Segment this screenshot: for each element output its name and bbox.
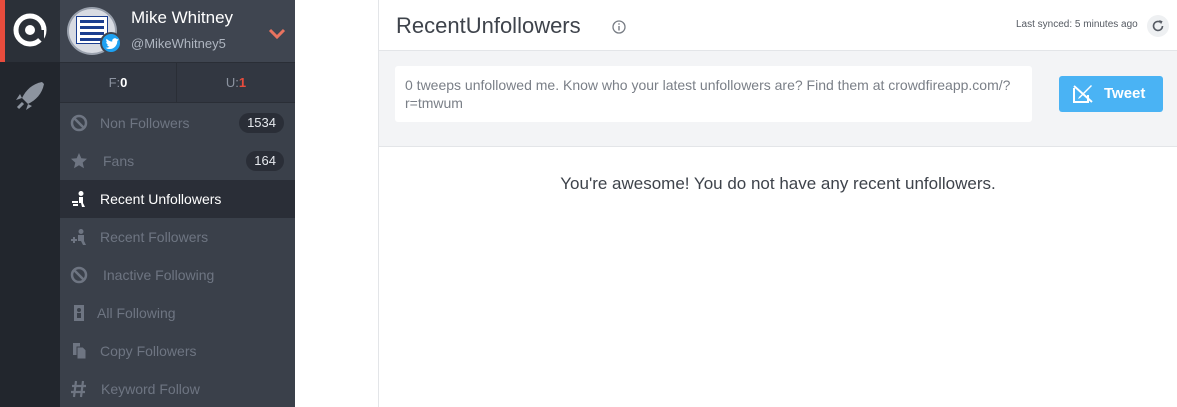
profile-name: Mike Whitney <box>131 8 234 27</box>
follow-counts: F:0 U:1 <box>60 62 295 103</box>
sidebar-item-non-followers[interactable]: Non Followers 1534 <box>60 104 295 142</box>
unfollowers-count-label: U: <box>225 75 239 90</box>
user-add-icon <box>71 229 86 245</box>
count-badge: 1534 <box>239 113 284 133</box>
sidebar-item-label: Fans <box>103 153 135 169</box>
active-accent <box>0 0 5 62</box>
main-panel: RecentUnfollowers Last synced: 5 minutes… <box>379 0 1177 407</box>
refresh-icon <box>1152 20 1164 32</box>
crowdfire-logo-icon <box>13 13 47 47</box>
followers-count[interactable]: F:0 <box>60 63 177 103</box>
page-title: RecentUnfollowers <box>396 13 581 38</box>
sidebar-item-label: All Following <box>97 305 176 321</box>
unfollowers-count[interactable]: U:1 <box>177 63 295 103</box>
sidebar-nav: Non Followers 1534 Fans 164 Recent Unfol… <box>60 104 295 407</box>
profile-header[interactable]: Mike Whitney @MikeWhitney5 <box>60 0 295 62</box>
tweet-compose-icon <box>1073 85 1093 103</box>
sidebar-item-label: Copy Followers <box>100 343 197 359</box>
sidebar-item-label: Non Followers <box>100 115 190 131</box>
chevron-down-icon[interactable] <box>268 28 286 40</box>
person-card-icon <box>74 305 84 321</box>
sidebar-item-recent-followers[interactable]: Recent Followers <box>60 218 295 256</box>
followers-count-value: 0 <box>120 75 128 90</box>
last-synced-text: Last synced: 5 minutes ago <box>1016 19 1138 30</box>
sidebar-item-recent-unfollowers[interactable]: Recent Unfollowers <box>60 180 295 218</box>
block-icon <box>70 266 88 284</box>
unfollowers-count-value: 1 <box>238 75 247 90</box>
user-leave-icon <box>72 191 85 207</box>
app-logo-button[interactable] <box>0 0 60 62</box>
twitter-badge <box>100 32 122 54</box>
tweet-button[interactable]: Tweet <box>1059 76 1163 112</box>
sidebar-item-label: Inactive Following <box>103 267 215 283</box>
twitter-icon <box>105 38 119 49</box>
sidebar-item-label: Recent Followers <box>100 229 209 245</box>
refresh-button[interactable] <box>1147 15 1169 37</box>
share-bar: 0 tweeps unfollowed me. Know who your la… <box>379 51 1177 147</box>
followers-count-label: F: <box>108 75 121 90</box>
empty-state-message: You're awesome! You do not have any rece… <box>560 174 996 193</box>
hashtag-icon <box>71 380 86 398</box>
page-header: RecentUnfollowers Last synced: 5 minutes… <box>379 0 1177 51</box>
profile-handle: @MikeWhitney5 <box>131 36 226 51</box>
sidebar-item-label: Keyword Follow <box>101 381 200 397</box>
share-message-field[interactable]: 0 tweeps unfollowed me. Know who your la… <box>395 66 1032 122</box>
rocket-icon[interactable] <box>12 78 48 114</box>
sidebar-item-inactive-following[interactable]: Inactive Following <box>60 256 295 294</box>
info-icon[interactable] <box>612 20 626 34</box>
sidebar-item-all-following[interactable]: All Following <box>60 294 295 332</box>
sidebar-item-fans[interactable]: Fans 164 <box>60 142 295 180</box>
sidebar-item-keyword-follow[interactable]: Keyword Follow <box>60 370 295 407</box>
count-badge: 164 <box>246 151 284 171</box>
tweet-button-label: Tweet <box>1104 85 1146 102</box>
app-rail <box>0 0 60 407</box>
sidebar-item-copy-followers[interactable]: Copy Followers <box>60 332 295 370</box>
sidebar-item-label: Recent Unfollowers <box>100 191 222 207</box>
ban-icon <box>70 114 88 132</box>
copy-icon <box>73 343 87 360</box>
sidebar: Mike Whitney @MikeWhitney5 F:0 U:1 Non F… <box>60 0 295 407</box>
star-icon <box>71 153 87 169</box>
sidebar-gap <box>295 0 378 407</box>
